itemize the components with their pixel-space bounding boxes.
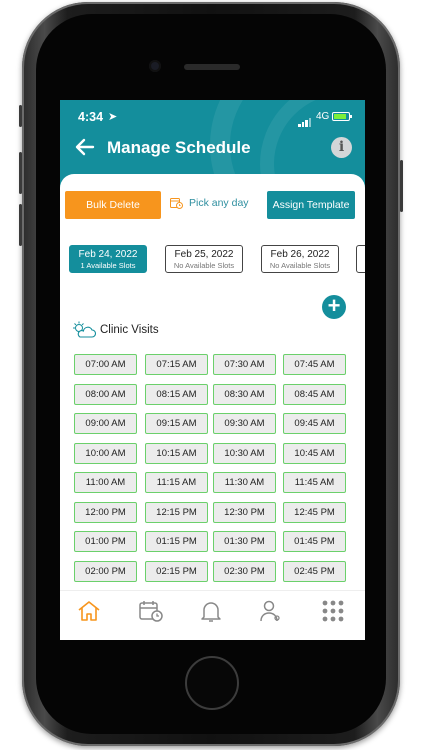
time-slot[interactable]: 09:45 AM [283,413,346,434]
network-type: 4G [316,111,330,122]
apps-grid-icon[interactable] [320,599,350,625]
front-camera [149,60,161,72]
content-card: Bulk Delete Pick any day Assign Template… [60,174,365,640]
time-slot[interactable]: 12:00 PM [74,501,137,523]
time-slot[interactable]: 11:30 AM [213,472,276,493]
battery-icon [332,112,352,121]
time-slot[interactable]: 02:00 PM [74,560,137,582]
page-title: Manage Schedule [107,138,251,157]
slot-count: No Available Slots [269,261,331,270]
time-slot[interactable]: 09:30 AM [213,413,276,434]
time-slot[interactable]: 11:15 AM [145,472,208,493]
time-slot[interactable]: 10:15 AM [145,442,208,464]
home-icon[interactable] [76,599,106,625]
status-bar: 4:34 ➤ 4G [60,108,365,127]
home-button[interactable] [185,656,239,710]
date-label: Feb 25, 2022 [174,249,234,260]
pick-any-day-label: Pick any day [189,197,249,209]
status-time: 4:34 [78,110,104,124]
time-slot[interactable]: 12:45 PM [283,501,346,523]
time-slot[interactable]: 08:00 AM [74,383,137,405]
calendar-clock-icon [170,197,183,209]
time-slot[interactable]: 08:15 AM [145,383,208,405]
slot-count: No Available Slots [173,261,235,270]
time-slot[interactable]: 01:00 PM [74,531,137,552]
date-strip[interactable]: Feb 24, 2022 1 Available Slots Feb 25, 202… [60,245,365,277]
date-card[interactable]: Feb 25, 2022 No Available Slots [165,245,243,273]
time-slot[interactable]: 07:15 AM [145,354,208,375]
time-slot[interactable]: 10:00 AM [74,442,137,464]
cloud-sun-icon [72,321,97,339]
info-icon[interactable]: i [331,137,352,158]
bulk-delete-button[interactable]: Bulk Delete [65,191,161,219]
app-screen: 4:34 ➤ 4G Manage Schedule i Bulk Delete … [60,100,365,640]
date-card-partial[interactable] [356,245,365,273]
pick-any-day-button[interactable]: Pick any day [170,197,249,209]
doctor-profile-icon[interactable] [258,599,288,625]
add-slot-button[interactable]: + [322,295,346,319]
time-slot[interactable]: 09:00 AM [74,413,137,434]
location-arrow-icon: ➤ [108,111,118,123]
date-label: Feb 24, 2022 [78,249,138,260]
time-slot[interactable]: 02:30 PM [213,560,276,582]
section-title: Clinic Visits [100,324,159,336]
time-slot[interactable]: 09:15 AM [145,413,208,434]
time-slot[interactable]: 02:15 PM [145,560,208,582]
date-card[interactable]: Feb 24, 2022 1 Available Slots [69,245,147,273]
time-slot[interactable]: 10:45 AM [283,442,346,464]
time-slot[interactable]: 01:15 PM [145,531,208,552]
slot-count: 1 Available Slots [80,261,136,270]
title-bar: Manage Schedule i [60,136,365,160]
calendar-clock-icon[interactable] [138,599,168,625]
time-slot[interactable]: 01:30 PM [213,531,276,552]
time-slot[interactable]: 10:30 AM [213,442,276,464]
power-button [400,160,403,212]
toolbar: Bulk Delete Pick any day Assign Template [65,191,360,219]
volume-up-button [19,152,22,194]
time-slot[interactable]: 12:15 PM [145,501,208,523]
signal-icon [298,113,312,127]
date-card[interactable]: Feb 26, 2022 No Available Slots [261,245,339,273]
time-slot[interactable]: 12:30 PM [213,501,276,523]
assign-template-button[interactable]: Assign Template [267,191,355,219]
date-label: Feb 26, 2022 [270,249,330,260]
time-slot[interactable]: 02:45 PM [283,560,346,582]
arrow-left-icon[interactable] [74,136,96,158]
time-slot[interactable]: 01:45 PM [283,531,346,552]
time-slot[interactable]: 07:45 AM [283,354,346,375]
time-slot[interactable]: 08:30 AM [213,383,276,405]
earpiece-speaker [184,64,240,70]
time-slot[interactable]: 11:45 AM [283,472,346,493]
volume-down-button [19,204,22,246]
time-slot[interactable]: 07:30 AM [213,354,276,375]
mute-switch [19,105,22,127]
time-slot[interactable]: 08:45 AM [283,383,346,405]
time-slot[interactable]: 07:00 AM [74,354,137,375]
bottom-nav [60,590,365,640]
time-slot[interactable]: 11:00 AM [74,472,137,493]
bell-icon[interactable] [198,599,228,625]
